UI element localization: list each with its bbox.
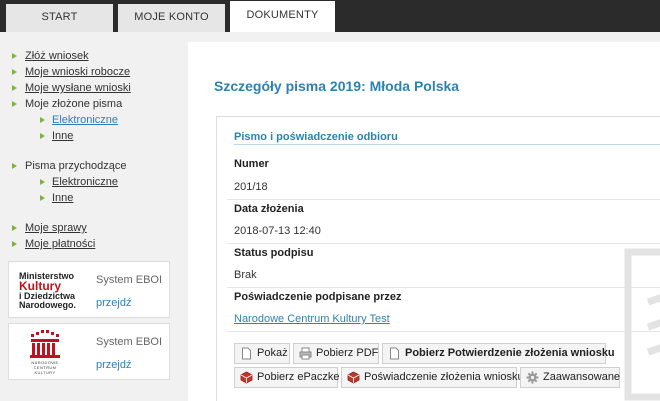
- sidebar-section-label: Pisma przychodzące: [25, 160, 127, 172]
- top-nav: START MOJE KONTO DOKUMENTY: [0, 0, 660, 32]
- promo-system-label: System EBOI: [96, 336, 163, 348]
- nck-emblem-icon: [30, 330, 60, 358]
- download-confirmation-button[interactable]: Pobierz Potwierdzenie złożenia wniosku: [382, 343, 615, 364]
- page-title: Szczegóły pisma 2019: Młoda Polska: [214, 78, 460, 94]
- arrow-icon: [12, 101, 17, 107]
- sidebar-item-label: Inne: [52, 192, 74, 204]
- divider: [227, 331, 660, 332]
- arrow-icon: [40, 117, 45, 123]
- sidebar-subitem-elektroniczne-przych[interactable]: Elektroniczne: [10, 174, 175, 190]
- nck-logo: NARODOWE CENTRUM KULTURY: [25, 330, 65, 375]
- sidebar-item-zloz-wniosek[interactable]: Złóż wniosek: [10, 48, 175, 64]
- field-value-status-podpisu: Brak: [234, 269, 257, 281]
- sidebar-item-label: Moje płatności: [25, 238, 96, 250]
- button-label: Poświadczenie złożenia wniosku: [364, 371, 524, 383]
- sidebar-item-label: Moje sprawy: [25, 222, 87, 234]
- panel-title: Pismo i poświadczenie odbioru: [234, 131, 398, 143]
- divider: [227, 287, 660, 288]
- logo-line: KULTURY: [34, 370, 56, 375]
- arrow-icon: [12, 163, 17, 169]
- sidebar-subitem-inne-przych[interactable]: Inne: [10, 190, 175, 206]
- promo-eboi-nck: NARODOWE CENTRUM KULTURY System EBOI prz…: [8, 323, 170, 380]
- package-icon: [347, 371, 360, 384]
- divider: [227, 199, 660, 200]
- sidebar-item-moje-platnosci[interactable]: Moje płatności: [10, 236, 175, 252]
- button-label: Pobierz ePaczke: [257, 371, 340, 383]
- field-value-data-zlozenia: 2018-07-13 12:40: [234, 225, 321, 237]
- arrow-icon: [40, 179, 45, 185]
- panel-title-underline: [234, 144, 660, 145]
- divider: [227, 243, 660, 244]
- tab-start[interactable]: START: [6, 4, 113, 32]
- sidebar-section-label: Moje złożone pisma: [25, 98, 123, 110]
- sidebar-item-label: Elektroniczne: [52, 114, 119, 126]
- sidebar-section-zlozone-pisma: Moje złożone pisma: [10, 96, 175, 112]
- field-label-data-zlozenia: Data złożenia: [234, 203, 304, 215]
- field-label-status-podpisu: Status podpisu: [234, 247, 314, 259]
- field-label-numer: Numer: [234, 158, 269, 170]
- sidebar-item-label: Elektroniczne: [52, 176, 119, 188]
- sidebar-item-moje-sprawy[interactable]: Moje sprawy: [10, 220, 175, 236]
- sidebar-item-wnioski-robocze[interactable]: Moje wnioski robocze: [10, 64, 175, 80]
- sidebar-item-label: Moje wnioski robocze: [25, 66, 131, 78]
- main-content: Szczegóły pisma 2019: Młoda Polska Pismo…: [188, 42, 660, 401]
- sidebar-item-label: Inne: [52, 130, 74, 142]
- button-label: Pobierz Potwierdzenie złożenia wniosku: [405, 347, 615, 359]
- details-panel: Pismo i poświadczenie odbioru Numer 201/…: [216, 116, 660, 401]
- button-label: Pobierz PDF: [316, 347, 379, 359]
- sidebar-item-wyslane-wnioski[interactable]: Moje wysłane wnioski: [10, 80, 175, 96]
- advanced-button[interactable]: Zaawansowane: [520, 367, 620, 388]
- field-value-poswiadczenie-link[interactable]: Narodowe Centrum Kultury Test: [234, 313, 390, 325]
- arrow-icon: [12, 69, 17, 75]
- download-epaczka-button[interactable]: Pobierz ePaczke: [234, 367, 340, 388]
- sidebar-nav: Złóż wniosek Moje wnioski robocze Moje w…: [10, 48, 175, 252]
- button-label: Zaawansowane: [543, 371, 621, 383]
- promo-go-link[interactable]: przejdź: [96, 297, 131, 309]
- certificate-button[interactable]: Poświadczenie złożenia wniosku: [341, 367, 524, 388]
- arrow-icon: [40, 195, 45, 201]
- package-icon: [240, 371, 253, 384]
- arrow-icon: [12, 85, 17, 91]
- arrow-icon: [12, 241, 17, 247]
- logo-line: Narodowego.: [19, 300, 77, 310]
- download-pdf-button[interactable]: Pobierz PDF: [293, 343, 379, 364]
- tab-dokumenty[interactable]: DOKUMENTY: [230, 1, 335, 32]
- promo-go-link[interactable]: przejdź: [96, 359, 131, 371]
- document-icon: [390, 347, 399, 360]
- tab-moje-konto[interactable]: MOJE KONTO: [118, 4, 225, 32]
- sidebar-section-pisma-przychodzace: Pisma przychodzące: [10, 158, 175, 174]
- document-icon: [242, 347, 251, 360]
- printer-icon: [299, 347, 312, 360]
- nck-logo-text: NARODOWE CENTRUM KULTURY: [25, 360, 65, 375]
- arrow-icon: [40, 133, 45, 139]
- show-button[interactable]: Pokaż: [234, 343, 290, 364]
- sidebar-subitem-inne[interactable]: Inne: [10, 128, 175, 144]
- field-value-numer: 201/18: [234, 181, 268, 193]
- button-label: Pokaż: [257, 347, 288, 359]
- promo-system-label: System EBOI: [96, 274, 163, 286]
- sidebar-item-label: Moje wysłane wnioski: [25, 82, 131, 94]
- ministry-logo: Ministerstwo Kultury i Dziedzictwa Narod…: [19, 272, 79, 310]
- sidebar-subitem-elektroniczne[interactable]: Elektroniczne: [10, 112, 175, 128]
- field-label-poswiadczenie: Poświadczenie podpisane przez: [234, 291, 402, 303]
- promo-eboi-ministerstwo: Ministerstwo Kultury i Dziedzictwa Narod…: [8, 261, 170, 318]
- gear-icon: [526, 371, 539, 384]
- arrow-icon: [12, 225, 17, 231]
- sidebar-item-label: Złóż wniosek: [25, 50, 89, 62]
- arrow-icon: [12, 53, 17, 59]
